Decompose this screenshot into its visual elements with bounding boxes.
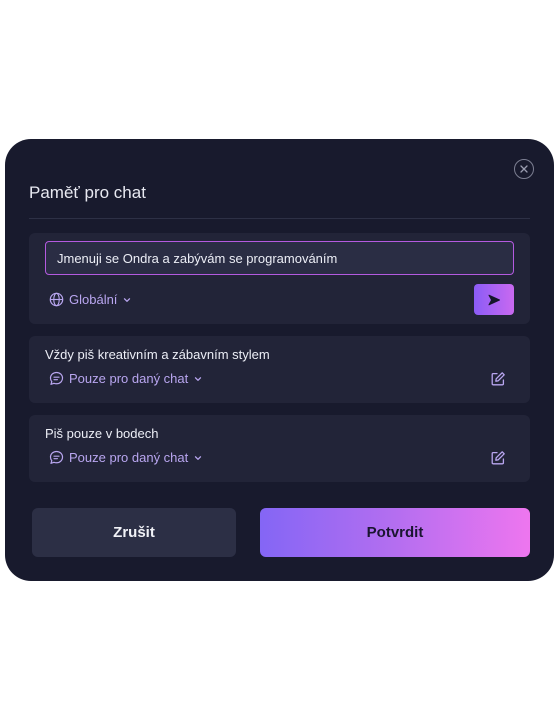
send-button[interactable] <box>474 284 514 315</box>
dialog-title: Paměť pro chat <box>29 183 146 202</box>
chat-bubble-icon <box>49 450 64 464</box>
scope-label: Pouze pro daný chat <box>69 450 189 465</box>
cancel-button[interactable]: Zrušit <box>32 508 236 557</box>
close-button[interactable] <box>514 159 534 179</box>
scope-label: Pouze pro daný chat <box>69 371 189 386</box>
memory-text: Piš pouze v bodech <box>45 426 159 441</box>
title-divider <box>29 218 530 219</box>
chat-bubble-icon <box>49 371 64 385</box>
memory-dialog: Paměť pro chat Globální Vždy piš kreativ… <box>5 139 554 581</box>
memory-text: Vždy piš kreativním a zábavním stylem <box>45 347 270 362</box>
globe-icon <box>49 292 64 307</box>
edit-icon[interactable] <box>490 371 506 387</box>
chevron-down-icon <box>124 297 131 302</box>
scope-dropdown-global[interactable]: Globální <box>49 292 132 307</box>
chevron-down-icon <box>195 455 202 460</box>
memory-item: Piš pouze v bodech Pouze pro daný chat <box>29 415 530 482</box>
close-icon <box>520 165 528 173</box>
scope-label: Globální <box>69 292 118 307</box>
send-arrow-icon <box>488 294 500 305</box>
edit-icon[interactable] <box>490 450 506 466</box>
chevron-down-icon <box>195 376 202 381</box>
scope-dropdown-chat[interactable]: Pouze pro daný chat <box>49 450 203 465</box>
memory-input[interactable] <box>45 241 514 275</box>
new-memory-card: Globální <box>29 233 530 324</box>
confirm-button[interactable]: Potvrdit <box>260 508 530 557</box>
scope-dropdown-chat[interactable]: Pouze pro daný chat <box>49 371 203 386</box>
memory-item: Vždy piš kreativním a zábavním stylem Po… <box>29 336 530 403</box>
